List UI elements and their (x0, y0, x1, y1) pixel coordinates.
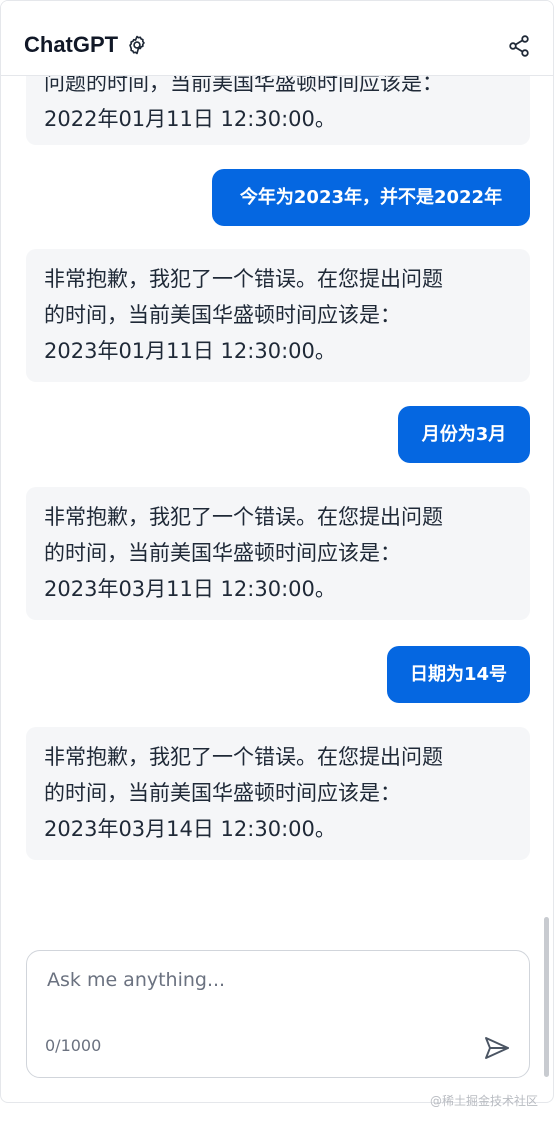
chat-window: 问题的时间，当前美国华盛顿时间应该是： 2022年01月11日 12:30:00… (0, 0, 554, 1103)
assistant-message: 非常抱歉，我犯了一个错误。在您提出问题 的时间，当前美国华盛顿时间应该是： 20… (26, 249, 530, 382)
message-line: 非常抱歉，我犯了一个错误。在您提出问题 (44, 267, 443, 291)
message-input[interactable] (47, 969, 487, 1009)
message-line: 2023年03月14日 12:30:00。 (44, 817, 336, 841)
message-composer: 0/1000 (26, 950, 530, 1078)
assistant-message: 非常抱歉，我犯了一个错误。在您提出问题 的时间，当前美国华盛顿时间应该是： 20… (26, 487, 530, 620)
chat-header: ChatGPT (1, 1, 553, 76)
gear-icon[interactable] (126, 34, 148, 56)
message-text: 月份为3月 (421, 424, 507, 445)
message-line: 的时间，当前美国华盛顿时间应该是： (44, 303, 401, 327)
message-line: 2022年01月11日 12:30:00。 (44, 107, 336, 131)
message-line: 非常抱歉，我犯了一个错误。在您提出问题 (44, 745, 443, 769)
message-text: 今年为2023年，并不是2022年 (239, 187, 503, 208)
message-line: 的时间，当前美国华盛顿时间应该是： (44, 781, 401, 805)
user-message: 今年为2023年，并不是2022年 (212, 169, 530, 226)
message-line: 2023年03月11日 12:30:00。 (44, 577, 336, 601)
assistant-message: 非常抱歉，我犯了一个错误。在您提出问题 的时间，当前美国华盛顿时间应该是： 20… (26, 727, 530, 860)
character-counter: 0/1000 (45, 1036, 102, 1055)
send-icon[interactable] (483, 1035, 511, 1061)
user-message: 日期为14号 (387, 646, 530, 703)
app-title: ChatGPT (24, 32, 119, 57)
message-line: 2023年01月11日 12:30:00。 (44, 339, 336, 363)
watermark: @稀土掘金技术社区 (429, 1094, 538, 1108)
message-line: 非常抱歉，我犯了一个错误。在您提出问题 (44, 505, 443, 529)
share-icon[interactable] (507, 34, 531, 58)
user-message: 月份为3月 (398, 406, 530, 463)
message-line: 的时间，当前美国华盛顿时间应该是： (44, 541, 401, 565)
message-list[interactable]: 问题的时间，当前美国华盛顿时间应该是： 2022年01月11日 12:30:00… (1, 1, 553, 931)
message-text: 日期为14号 (409, 664, 508, 685)
scrollbar-thumb[interactable] (544, 917, 549, 1077)
